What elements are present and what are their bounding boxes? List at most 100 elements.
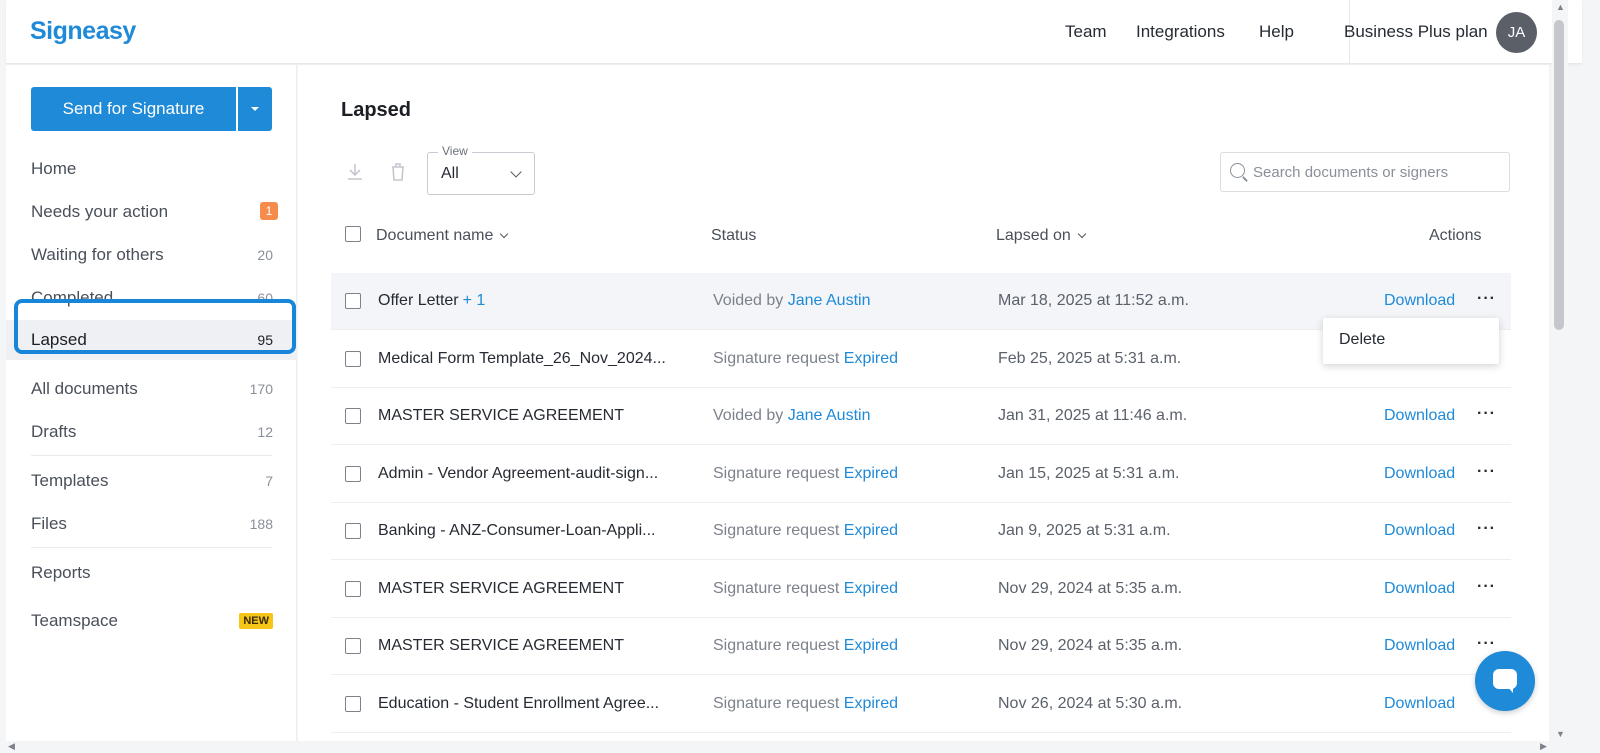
row-checkbox[interactable] — [345, 466, 361, 482]
row-checkbox[interactable] — [345, 638, 361, 654]
download-icon[interactable] — [345, 161, 365, 183]
sidebar-item-label: Needs your action — [31, 202, 169, 221]
status-prefix: Voided by — [713, 292, 784, 309]
document-name[interactable]: Education - Student Enrollment Agree... — [378, 695, 659, 713]
nav-team[interactable]: Team — [1065, 22, 1107, 42]
more-options-icon[interactable]: ··· — [1477, 520, 1496, 538]
row-checkbox[interactable] — [345, 408, 361, 424]
document-name[interactable]: Offer Letter + 1 — [378, 292, 485, 310]
column-header-name-label: Document name — [376, 227, 494, 244]
sidebar-item-home[interactable]: Home — [6, 149, 297, 189]
sidebar-item-waiting[interactable]: Waiting for others 20 — [6, 235, 297, 275]
table-row[interactable]: Admin - Vendor Agreement-audit-sign... S… — [331, 446, 1511, 503]
lapsed-date: Nov 29, 2024 at 5:35 a.m. — [998, 580, 1183, 597]
sidebar-item-needs-action[interactable]: Needs your action 1 — [6, 192, 297, 232]
table-row[interactable]: Banking - ANZ-Consumer-Loan-Appli... Sig… — [331, 503, 1511, 560]
lapsed-date: Nov 26, 2024 at 5:30 a.m. — [998, 695, 1183, 712]
scroll-up-arrow-icon[interactable]: ▲ — [1556, 2, 1565, 12]
table-row[interactable]: Education - Student Enrollment Agree... … — [331, 676, 1511, 733]
sidebar-divider — [31, 547, 272, 548]
more-options-icon[interactable]: ··· — [1477, 405, 1496, 423]
status-link[interactable]: Jane Austin — [788, 292, 871, 309]
document-name[interactable]: MASTER SERVICE AGREEMENT — [378, 580, 624, 598]
send-dropdown-button[interactable] — [238, 87, 272, 131]
plan-label[interactable]: Business Plus plan — [1344, 22, 1488, 42]
view-select[interactable]: View All — [427, 144, 535, 195]
document-status: Signature request Expired — [713, 350, 898, 368]
more-options-icon[interactable]: ··· — [1477, 578, 1496, 596]
document-name[interactable]: Admin - Vendor Agreement-audit-sign... — [378, 465, 658, 483]
table-row[interactable]: MASTER SERVICE AGREEMENT Signature reque… — [331, 561, 1511, 618]
column-header-name[interactable]: Document name — [376, 227, 509, 245]
document-name[interactable]: MASTER SERVICE AGREEMENT — [378, 407, 624, 425]
sidebar-item-label: Files — [31, 514, 67, 533]
sidebar-item-templates[interactable]: Templates 7 — [6, 461, 297, 501]
horizontal-scrollbar[interactable] — [0, 741, 1568, 753]
send-for-signature-button[interactable]: Send for Signature — [31, 87, 236, 131]
scroll-down-arrow-icon[interactable]: ▼ — [1556, 729, 1565, 739]
sort-chevron-icon — [1077, 229, 1086, 239]
sidebar-item-reports[interactable]: Reports — [6, 553, 297, 593]
scroll-left-arrow-icon[interactable]: ◀ — [8, 741, 15, 752]
sidebar-item-label: Waiting for others — [31, 245, 164, 264]
sidebar-item-count: 12 — [257, 424, 273, 440]
extra-count[interactable]: + 1 — [463, 292, 486, 309]
lapsed-date: Jan 9, 2025 at 5:31 a.m. — [998, 522, 1171, 539]
trash-icon[interactable] — [388, 161, 408, 183]
status-link[interactable]: Expired — [844, 465, 898, 482]
document-name[interactable]: Banking - ANZ-Consumer-Loan-Appli... — [378, 522, 655, 540]
view-select-label: View — [438, 144, 472, 158]
delete-menu-item[interactable]: Delete — [1339, 331, 1385, 349]
row-checkbox[interactable] — [345, 696, 361, 712]
column-header-lapsed-label: Lapsed on — [996, 227, 1071, 244]
row-checkbox[interactable] — [345, 293, 361, 309]
table-row[interactable]: MASTER SERVICE AGREEMENT Signature reque… — [331, 618, 1511, 675]
sidebar-item-all-documents[interactable]: All documents 170 — [6, 369, 297, 409]
main-content: Lapsed View All Document name Status Lap… — [298, 65, 1549, 745]
download-link[interactable]: Download — [1384, 292, 1455, 310]
signeasy-logo[interactable]: Signeasy — [30, 17, 136, 46]
more-options-icon[interactable]: ··· — [1477, 635, 1496, 653]
sidebar-item-teamspace[interactable]: Teamspace NEW — [6, 601, 297, 641]
download-link[interactable]: Download — [1384, 637, 1455, 655]
search-input[interactable] — [1253, 161, 1503, 183]
download-link[interactable]: Download — [1384, 695, 1455, 713]
status-prefix: Voided by — [713, 407, 784, 424]
column-header-lapsed-on[interactable]: Lapsed on — [996, 227, 1086, 245]
scroll-right-arrow-icon[interactable]: ▶ — [1540, 741, 1547, 752]
status-link[interactable]: Expired — [844, 637, 898, 654]
status-link[interactable]: Expired — [844, 580, 898, 597]
nav-help[interactable]: Help — [1259, 22, 1294, 42]
status-link[interactable]: Expired — [844, 350, 898, 367]
nav-integrations[interactable]: Integrations — [1136, 22, 1225, 42]
vertical-scrollbar-thumb[interactable] — [1554, 20, 1564, 330]
document-name[interactable]: Medical Form Template_26_Nov_2024... — [378, 350, 666, 368]
download-link[interactable]: Download — [1384, 580, 1455, 598]
status-link[interactable]: Expired — [844, 695, 898, 712]
table-row[interactable]: MASTER SERVICE AGREEMENT Voided by Jane … — [331, 388, 1511, 445]
avatar[interactable]: JA — [1496, 12, 1537, 53]
sidebar-item-drafts[interactable]: Drafts 12 — [6, 412, 297, 452]
document-status: Signature request Expired — [713, 637, 898, 655]
more-options-icon[interactable]: ··· — [1477, 290, 1496, 308]
search-box[interactable] — [1220, 152, 1510, 192]
row-checkbox[interactable] — [345, 523, 361, 539]
document-name[interactable]: MASTER SERVICE AGREEMENT — [378, 637, 624, 655]
chat-launcher-button[interactable] — [1475, 651, 1535, 711]
download-link[interactable]: Download — [1384, 465, 1455, 483]
download-link[interactable]: Download — [1384, 407, 1455, 425]
page-title: Lapsed — [341, 99, 412, 121]
more-options-icon[interactable]: ··· — [1477, 463, 1496, 481]
top-header: Signeasy Team Integrations Help Business… — [6, 0, 1582, 64]
status-prefix: Signature request — [713, 637, 840, 654]
lapsed-date: Nov 29, 2024 at 5:35 a.m. — [998, 637, 1183, 654]
row-checkbox[interactable] — [345, 581, 361, 597]
sidebar-item-label: All documents — [31, 379, 138, 398]
download-link[interactable]: Download — [1384, 522, 1455, 540]
status-link[interactable]: Expired — [844, 522, 898, 539]
sidebar-item-files[interactable]: Files 188 — [6, 504, 297, 544]
row-checkbox[interactable] — [345, 351, 361, 367]
select-all-checkbox[interactable] — [345, 226, 361, 242]
document-status: Voided by Jane Austin — [713, 407, 870, 425]
status-link[interactable]: Jane Austin — [788, 407, 871, 424]
